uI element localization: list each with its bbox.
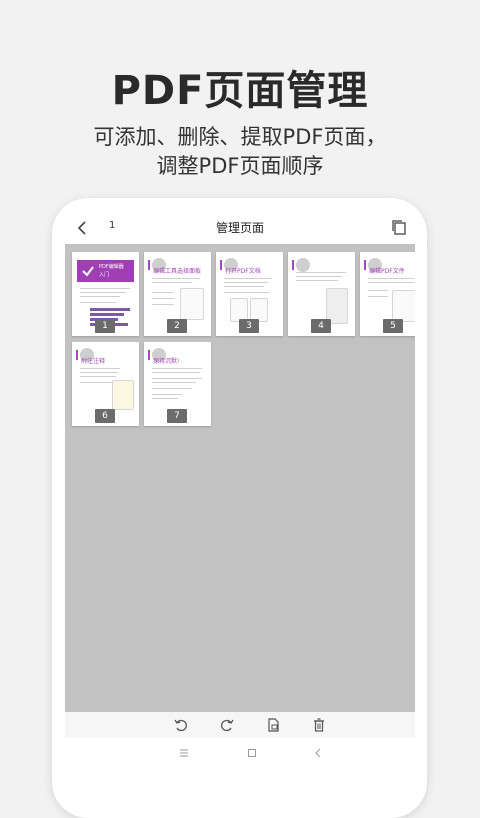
page-actions-toolbar: [65, 712, 415, 738]
thumb-title: 编辑工具选择面板: [153, 268, 202, 275]
delete-icon[interactable]: [311, 717, 327, 733]
top-bar: 1 管理页面: [65, 214, 415, 242]
rotate-left-icon[interactable]: [173, 717, 189, 733]
extract-page-icon[interactable]: [265, 717, 281, 733]
hero-subtitle-line1: 可添加、删除、提取PDF页面，: [93, 125, 387, 149]
page-thumbnail-3[interactable]: 打开PDF文档 3: [216, 252, 283, 336]
screen-title: 管理页面: [215, 221, 264, 235]
thumb-header: PDF编辑器 入门: [77, 260, 134, 282]
page-number-badge: 3: [239, 319, 259, 333]
page-thumbnail-6[interactable]: 附注注释 6: [72, 342, 139, 426]
page-number-badge: 2: [167, 319, 187, 333]
thumb-title: 编辑PDF文件: [369, 268, 405, 275]
page-number-badge: 7: [167, 409, 187, 423]
page-number-badge: 6: [95, 409, 115, 423]
page-thumbnail-5[interactable]: 编辑PDF文件 5: [360, 252, 415, 336]
rotate-right-icon[interactable]: [219, 717, 235, 733]
page-thumbnail-4[interactable]: 4: [288, 252, 355, 336]
page-thumbnail-2[interactable]: 编辑工具选择面板 2: [144, 252, 211, 336]
thumb-title: 保持沉默!: [153, 358, 180, 365]
page-thumbnail-1[interactable]: PDF编辑器 入门 1: [72, 252, 139, 336]
thumb-subtitle: 入门: [99, 272, 110, 278]
page-number-badge: 1: [95, 319, 115, 333]
home-icon[interactable]: [246, 747, 258, 759]
system-nav-bar: [65, 738, 415, 768]
phone-frame: 1 管理页面 PDF编辑器 入门 1 编辑工具选择面板 2 打开PDF文档 3 …: [52, 198, 427, 818]
hero-subtitle-line2: 调整PDF页面顺序: [156, 154, 324, 178]
check-icon: [82, 266, 94, 277]
thumb-title: 附注注释: [81, 358, 106, 365]
page-thumbnail-7[interactable]: 保持沉默! 7: [144, 342, 211, 426]
back-icon[interactable]: [312, 747, 324, 759]
page-thumbnail-grid: PDF编辑器 入门 1 编辑工具选择面板 2 打开PDF文档 3 4 编辑PDF…: [65, 244, 415, 712]
thumb-title: PDF编辑器: [99, 264, 124, 270]
copy-pages-icon[interactable]: [389, 218, 409, 238]
thumb-title: 打开PDF文档: [225, 268, 261, 275]
page-number-badge: 5: [383, 319, 403, 333]
select-indicator[interactable]: [296, 258, 310, 272]
hero-title: PDF页面管理: [111, 68, 369, 114]
page-number-badge: 4: [311, 319, 331, 333]
menu-icon[interactable]: [178, 747, 190, 759]
